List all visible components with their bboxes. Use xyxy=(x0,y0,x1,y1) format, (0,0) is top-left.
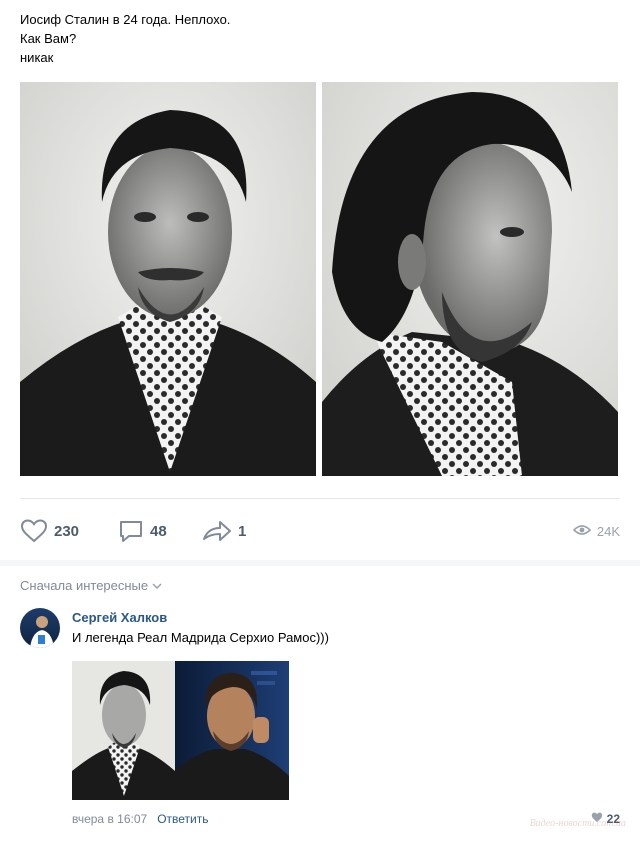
sort-label: Сначала интересные xyxy=(20,578,149,593)
chevron-down-icon xyxy=(152,578,162,593)
heart-icon xyxy=(591,812,603,826)
comment-like-button[interactable]: 22 xyxy=(591,812,620,826)
share-arrow-icon xyxy=(202,519,232,543)
comments-sort-dropdown[interactable]: Сначала интересные xyxy=(20,578,162,593)
like-count: 230 xyxy=(54,522,80,540)
heart-icon xyxy=(20,519,48,543)
post-actions: 230 48 1 24K xyxy=(20,516,620,546)
avatar[interactable] xyxy=(20,608,60,648)
share-count: 1 xyxy=(238,522,247,540)
comment-text: И легенда Реал Мадрида Серхио Рамос))) xyxy=(72,630,329,645)
views-count: 24K xyxy=(596,523,620,539)
post-photo-profile[interactable] xyxy=(322,82,618,476)
comment-meta: вчера в 16:07 Ответить xyxy=(72,812,208,826)
post-divider xyxy=(20,498,620,499)
post-line-3: никак xyxy=(20,50,54,65)
post-photo-front[interactable] xyxy=(20,82,316,476)
comment-time[interactable]: вчера в 16:07 xyxy=(72,812,147,826)
eye-icon xyxy=(572,524,591,539)
share-button[interactable]: 1 xyxy=(202,516,246,546)
post-text: Иосиф Сталин в 24 года. Неплохо. Как Вам… xyxy=(20,10,230,67)
comment-icon xyxy=(118,518,144,544)
reply-button[interactable]: Ответить xyxy=(157,812,208,826)
post-line-2: Как Вам? xyxy=(20,31,77,46)
comment-button[interactable]: 48 xyxy=(118,516,167,546)
like-button[interactable]: 230 xyxy=(20,516,79,546)
section-separator xyxy=(0,560,640,566)
post-line-1: Иосиф Сталин в 24 года. Неплохо. xyxy=(20,12,231,27)
views-counter: 24K xyxy=(572,516,620,546)
comment-photo-ramos[interactable] xyxy=(175,661,289,800)
comment-like-count: 22 xyxy=(606,812,620,826)
comment-photo-stalin[interactable] xyxy=(72,661,175,800)
comment-count: 48 xyxy=(150,522,167,540)
comment-author[interactable]: Сергей Халков xyxy=(72,610,167,625)
